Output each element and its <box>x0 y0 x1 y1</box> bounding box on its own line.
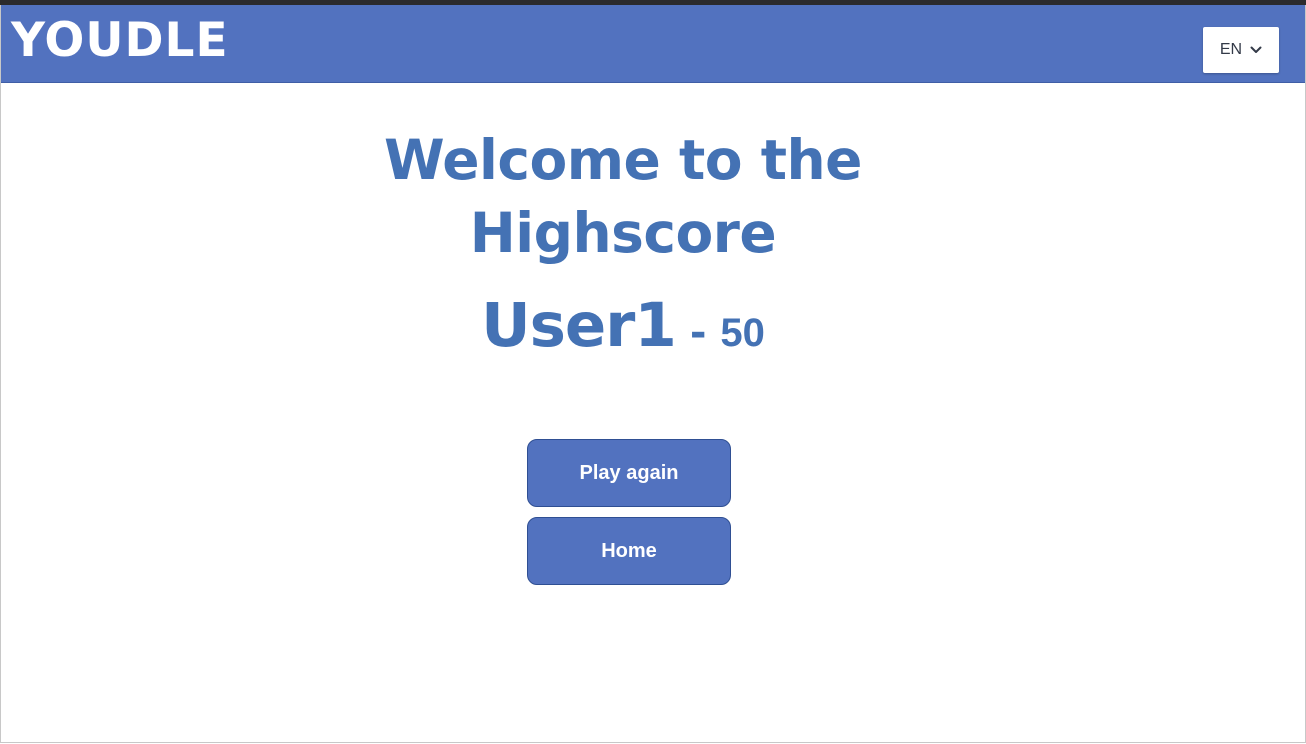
page-frame <box>0 5 1306 743</box>
highscore-user: User1 <box>481 290 677 361</box>
play-again-button[interactable]: Play again <box>527 439 731 507</box>
app-logo[interactable]: YOUDLE <box>11 13 229 69</box>
highscore-separator: - <box>689 310 707 356</box>
highscore-value: 50 <box>720 311 765 355</box>
chevron-down-icon <box>1250 46 1262 53</box>
page-title: Welcome to the Highscore <box>384 128 862 265</box>
highscore-entry: User1-50 <box>323 290 923 361</box>
home-button[interactable]: Home <box>527 517 731 585</box>
top-navbar: YOUDLE EN <box>1 5 1305 83</box>
language-select[interactable]: EN <box>1203 27 1279 73</box>
language-select-value: EN <box>1219 41 1243 58</box>
